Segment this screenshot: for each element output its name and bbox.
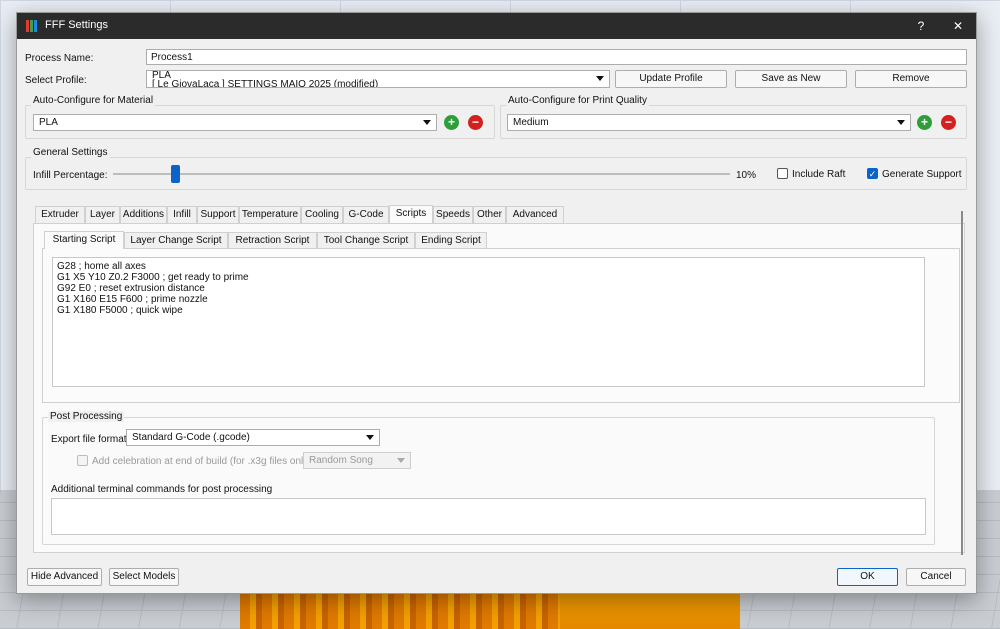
cancel-button[interactable]: Cancel (906, 568, 966, 586)
terminal-commands-input[interactable] (51, 498, 926, 535)
chevron-down-icon (423, 120, 431, 125)
tab-other[interactable]: Other (473, 206, 506, 223)
subtab-layer-change-script[interactable]: Layer Change Script (124, 232, 228, 249)
starting-script-editor[interactable]: G28 ; home all axes G1 X5 Y10 Z0.2 F3000… (52, 257, 925, 387)
select-models-button[interactable]: Select Models (109, 568, 179, 586)
chevron-down-icon (897, 120, 905, 125)
select-profile-label: Select Profile: (25, 75, 87, 86)
process-name-label: Process Name: (25, 53, 94, 64)
infill-percentage-value: 10% (736, 170, 757, 181)
post-processing-title: Post Processing (48, 411, 125, 422)
celebration-label: Add celebration at end of build (for .x3… (92, 456, 312, 467)
remove-profile-button[interactable]: Remove (855, 70, 967, 88)
fff-settings-dialog: FFF Settings ? ✕ Process Name: Process1 … (16, 12, 977, 594)
chevron-down-icon (397, 458, 405, 463)
material-select[interactable]: PLA (33, 114, 437, 131)
song-select-value: Random Song (309, 455, 373, 466)
material-group-title: Auto-Configure for Material (31, 95, 156, 106)
export-format-value: Standard G-Code (.gcode) (132, 432, 250, 443)
export-format-select[interactable]: Standard G-Code (.gcode) (126, 429, 380, 446)
quality-select[interactable]: Medium (507, 114, 911, 131)
general-settings-title: General Settings (31, 147, 110, 158)
help-button[interactable]: ? (907, 17, 935, 35)
include-raft-checkbox[interactable] (777, 168, 788, 179)
process-name-input[interactable]: Process1 (146, 49, 967, 65)
tab-additions[interactable]: Additions (120, 206, 167, 223)
subtab-ending-script[interactable]: Ending Script (415, 232, 487, 249)
tab-scripts[interactable]: Scripts (389, 205, 433, 223)
scrollbar[interactable] (961, 211, 963, 555)
save-as-new-button[interactable]: Save as New (735, 70, 847, 88)
export-format-label: Export file format (51, 434, 127, 445)
infill-percentage-label: Infill Percentage: (33, 170, 108, 181)
tab-infill[interactable]: Infill (167, 206, 197, 223)
hide-advanced-button[interactable]: Hide Advanced (27, 568, 102, 586)
generate-support-checkbox[interactable]: ✓ (867, 168, 878, 179)
title-bar[interactable]: FFF Settings ? ✕ (17, 13, 976, 39)
update-profile-button[interactable]: Update Profile (615, 70, 727, 88)
infill-slider-thumb[interactable] (170, 165, 180, 183)
simplify3d-app-icon (26, 20, 38, 32)
material-select-value: PLA (39, 117, 58, 128)
tab-extruder[interactable]: Extruder (35, 206, 85, 223)
chevron-down-icon (596, 76, 604, 81)
subtab-tool-change-script[interactable]: Tool Change Script (317, 232, 415, 249)
tab-layer[interactable]: Layer (85, 206, 120, 223)
song-select[interactable]: Random Song (303, 452, 411, 469)
remove-quality-icon[interactable]: − (941, 115, 956, 130)
tab-support[interactable]: Support (197, 206, 239, 223)
tab-g-code[interactable]: G-Code (343, 206, 389, 223)
celebration-checkbox[interactable] (77, 455, 88, 466)
tab-advanced[interactable]: Advanced (506, 206, 564, 223)
quality-select-value: Medium (513, 117, 549, 128)
tab-speeds[interactable]: Speeds (433, 206, 473, 223)
chevron-down-icon (366, 435, 374, 440)
remove-material-icon[interactable]: − (468, 115, 483, 130)
terminal-commands-label: Additional terminal commands for post pr… (51, 484, 273, 495)
subtab-starting-script[interactable]: Starting Script (44, 231, 124, 249)
profile-select[interactable]: PLA [ Le GiovaLaca ] SETTINGS MAIO 2025 … (146, 70, 610, 88)
ok-button[interactable]: OK (837, 568, 898, 586)
profile-select-line2: [ Le GiovaLaca ] SETTINGS MAIO 2025 (mod… (152, 79, 379, 88)
generate-support-label: Generate Support (882, 169, 962, 180)
tab-cooling[interactable]: Cooling (301, 206, 343, 223)
add-material-icon[interactable]: + (444, 115, 459, 130)
add-quality-icon[interactable]: + (917, 115, 932, 130)
tab-temperature[interactable]: Temperature (239, 206, 301, 223)
include-raft-label: Include Raft (792, 169, 846, 180)
window-title: FFF Settings (45, 19, 108, 31)
close-icon[interactable]: ✕ (944, 17, 972, 35)
infill-slider-track[interactable] (113, 173, 730, 175)
subtab-retraction-script[interactable]: Retraction Script (228, 232, 317, 249)
quality-group-title: Auto-Configure for Print Quality (506, 95, 649, 106)
